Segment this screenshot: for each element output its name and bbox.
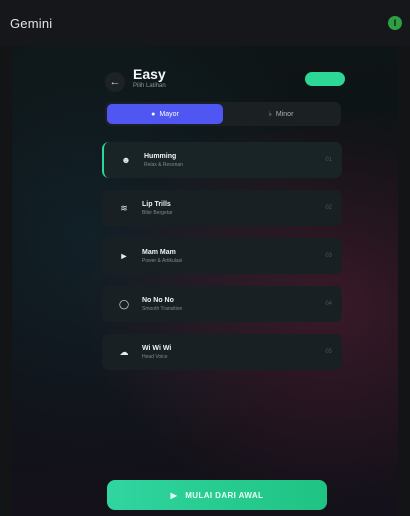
exercise-card[interactable]: ≋ Lip Trills Bibir Bergetar 02 xyxy=(102,190,342,226)
exercise-header: ← Easy Pilih Latihan xyxy=(105,66,345,102)
exercise-card[interactable]: ☻ Humming Relax & Resonan 01 xyxy=(102,142,342,178)
scale-option-label: Mayor xyxy=(159,110,179,118)
app-top-bar: Gemini I xyxy=(0,0,410,46)
dot-icon: ● xyxy=(151,110,156,118)
exercise-number: 05 xyxy=(325,349,332,355)
exercise-subtitle: Smooth Transition xyxy=(142,305,183,312)
start-over-label: MULAI DARI AWAL xyxy=(185,490,264,500)
exercise-number: 03 xyxy=(325,253,332,259)
title-block: Easy Pilih Latihan xyxy=(133,66,166,89)
page-subtitle: Pilih Latihan xyxy=(133,83,166,89)
exercise-number: 02 xyxy=(325,205,332,211)
scale-segmented-control: ● Mayor ♭ Minor xyxy=(105,102,341,126)
card-text: No No No Smooth Transition xyxy=(142,297,182,312)
flat-icon: ♭ xyxy=(268,111,272,118)
status-toggle[interactable] xyxy=(305,72,345,86)
arrow-left-icon: ← xyxy=(109,76,121,88)
app-title: Gemini xyxy=(10,15,53,31)
exercise-subtitle: Power & Artikulasi xyxy=(142,257,183,264)
card-text: Mam Mam Power & Artikulasi xyxy=(142,249,182,264)
card-text: Humming Relax & Resonan xyxy=(144,153,183,168)
megaphone-icon: ► xyxy=(119,251,129,261)
scale-option-mayor[interactable]: ● Mayor xyxy=(107,104,223,124)
exercise-card[interactable]: ◯ No No No Smooth Transition 04 xyxy=(102,286,342,322)
exercise-list: ☻ Humming Relax & Resonan 01 ≋ Lip Trill… xyxy=(102,142,342,382)
exercise-title: No No No xyxy=(142,296,174,304)
circle-icon: ◯ xyxy=(118,298,130,309)
smile-icon: ☻ xyxy=(121,155,131,165)
exercise-card[interactable]: ► Mam Mam Power & Artikulasi 03 xyxy=(102,238,342,274)
exercise-number: 04 xyxy=(325,301,332,307)
exercise-card[interactable]: ☁ Wi Wi Wi Head Voice 05 xyxy=(102,334,342,370)
page-title: Easy xyxy=(133,66,166,82)
cloud-icon: ☁ xyxy=(119,346,129,357)
back-button[interactable]: ← xyxy=(105,72,125,92)
user-avatar[interactable]: I xyxy=(388,16,402,30)
app-canvas: ← Easy Pilih Latihan ● Mayor ♭ Minor ☻ H… xyxy=(12,46,398,516)
wind-icon: ≋ xyxy=(120,202,128,213)
card-text: Lip Trills Bibir Bergetar xyxy=(142,201,173,216)
scale-option-label: Minor xyxy=(275,110,294,118)
card-text: Wi Wi Wi Head Voice xyxy=(142,345,171,360)
exercise-subtitle: Relax & Resonan xyxy=(144,161,183,168)
exercise-title: Mam Mam xyxy=(142,248,176,256)
exercise-title: Wi Wi Wi xyxy=(142,344,172,352)
exercise-subtitle: Head Voice xyxy=(142,353,168,360)
play-icon: ▶ xyxy=(170,490,178,500)
exercise-title: Lip Trills xyxy=(142,200,171,208)
exercise-number: 01 xyxy=(325,157,332,163)
exercise-title: Humming xyxy=(144,152,177,160)
start-over-button[interactable]: ▶ MULAI DARI AWAL xyxy=(107,480,327,510)
scale-option-minor[interactable]: ♭ Minor xyxy=(223,104,339,124)
exercise-subtitle: Bibir Bergetar xyxy=(142,209,173,216)
